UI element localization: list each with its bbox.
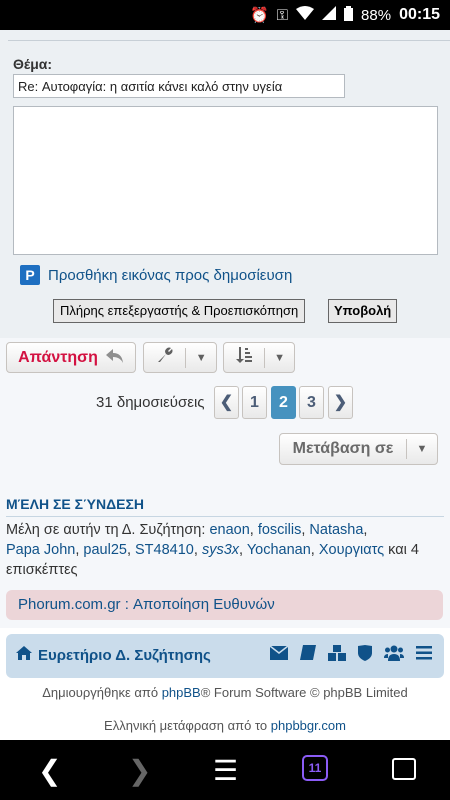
menu-icon[interactable]: ☰ <box>213 754 238 787</box>
translation-line: Ελληνική μετάφραση από το phpbbgr.com <box>0 718 450 733</box>
post-count: 31 δημοσιεύσεις <box>96 394 205 411</box>
chevron-down-icon: ▼ <box>274 351 286 364</box>
copyright-prefix: Δημιουργήθηκε από <box>42 685 162 700</box>
user-link[interactable]: Yochanan <box>247 542 311 558</box>
phpbb-link[interactable]: phpBB <box>162 685 201 700</box>
disclaimer-link[interactable]: Phorum.com.gr : Αποποίηση Ευθυνών <box>6 590 443 620</box>
user-link[interactable]: sys3x <box>202 542 239 558</box>
subject-input[interactable] <box>13 74 345 98</box>
divider <box>6 516 444 517</box>
forward-icon[interactable]: ❯ <box>128 754 151 787</box>
footer-nav: Ευρετήριο Δ. Συζήτησης <box>6 634 444 678</box>
divider <box>8 40 450 41</box>
reply-button[interactable]: Απάντηση <box>6 342 136 373</box>
online-members-list: Μέλη σε αυτήν τη Δ. Συζήτηση: enaon, fos… <box>6 522 419 578</box>
submit-button[interactable]: Υποβολή <box>328 299 398 323</box>
pagination: 31 δημοσιεύσεις ❮ 1 2 3 ❯ <box>0 386 450 420</box>
user-link[interactable]: Papa John <box>6 542 75 558</box>
page-1-button[interactable]: 1 <box>242 386 267 419</box>
action-bar: Απάντηση ▼ ▼ 31 δημοσιεύσεις ❮ 1 2 3 ❯ Μ… <box>0 338 450 628</box>
phpbbgr-link[interactable]: phpbbgr.com <box>271 718 346 733</box>
add-image-label: Προσθήκη εικόνας προς δημοσίευση <box>48 266 293 284</box>
alarm-clock-icon: ⏰ <box>249 7 269 24</box>
previous-page-button[interactable]: ❮ <box>214 386 239 419</box>
page-2-button[interactable]: 2 <box>271 386 296 419</box>
board-index-link[interactable]: Ευρετήριο Δ. Συζήτησης <box>16 646 211 664</box>
user-link[interactable]: paul25 <box>83 542 127 558</box>
topic-tools-dropdown[interactable]: ▼ <box>143 342 217 373</box>
footer-icon-links <box>269 645 432 666</box>
jump-to-dropdown[interactable]: Μετάβαση σε ▼ <box>279 433 438 465</box>
vpn-key-icon: ⚿ <box>276 6 289 24</box>
sort-options-dropdown[interactable]: ▼ <box>223 342 295 373</box>
chevron-down-icon: ▼ <box>195 351 207 364</box>
shield-icon[interactable] <box>358 645 372 666</box>
back-icon[interactable]: ❮ <box>38 754 61 787</box>
copyright-suffix: ® Forum Software © phpBB Limited <box>200 685 408 700</box>
copyright-line: Δημιουργήθηκε από phpBB® Forum Software … <box>0 685 450 700</box>
reply-arrow-icon <box>105 347 124 368</box>
add-image-link[interactable]: P Προσθήκη εικόνας προς δημοσίευση <box>20 265 292 285</box>
battery-percent: 88% <box>361 6 392 24</box>
status-bar: ⏰ ⚿ 88% 00:15 <box>0 0 450 30</box>
chevron-down-icon: ▼ <box>416 443 428 455</box>
user-link[interactable]: enaon <box>209 522 249 538</box>
postimage-logo-icon: P <box>20 265 40 285</box>
user-link[interactable]: Χουργιατς <box>319 542 384 558</box>
tabs-count-icon[interactable]: 11 <box>302 755 328 781</box>
jump-to-label: Μετάβαση σε <box>292 440 394 457</box>
users-icon[interactable] <box>384 645 404 666</box>
full-editor-button[interactable]: Πλήρης επεξεργαστής & Προεπισκόπηση <box>53 299 306 323</box>
translation-prefix: Ελληνική μετάφραση από το <box>104 718 271 733</box>
cubes-icon[interactable] <box>328 645 346 666</box>
user-link[interactable]: ST48410 <box>135 542 194 558</box>
reply-label: Απάντηση <box>18 348 98 366</box>
next-page-button[interactable]: ❯ <box>328 386 353 419</box>
envelope-icon[interactable] <box>269 645 289 666</box>
board-index-label: Ευρετήριο Δ. Συζήτησης <box>38 646 211 664</box>
subject-label: Θέμα: <box>13 56 53 72</box>
user-link[interactable]: foscilis <box>258 522 302 538</box>
clock: 00:15 <box>399 6 440 23</box>
online-prefix: Μέλη σε αυτήν τη Δ. Συζήτηση: <box>6 522 210 538</box>
user-link[interactable]: Natasha <box>309 522 363 538</box>
wrench-icon <box>144 347 185 368</box>
home-icon <box>16 646 32 664</box>
online-members-heading: ΜΈΛΗ ΣΕ ΣΎΝΔΕΣΗ <box>6 496 144 512</box>
wifi-icon <box>296 6 315 24</box>
message-textarea[interactable] <box>13 106 438 255</box>
home-icon[interactable] <box>392 758 416 780</box>
sort-amount-icon <box>224 347 264 368</box>
hamburger-menu-icon[interactable] <box>416 645 432 666</box>
book-icon[interactable] <box>300 645 316 666</box>
page-3-button[interactable]: 3 <box>299 386 324 419</box>
battery-icon <box>344 5 354 25</box>
browser-nav-bar: ❮ ❯ ☰ 11 <box>0 740 450 800</box>
cell-signal-icon <box>322 6 337 24</box>
